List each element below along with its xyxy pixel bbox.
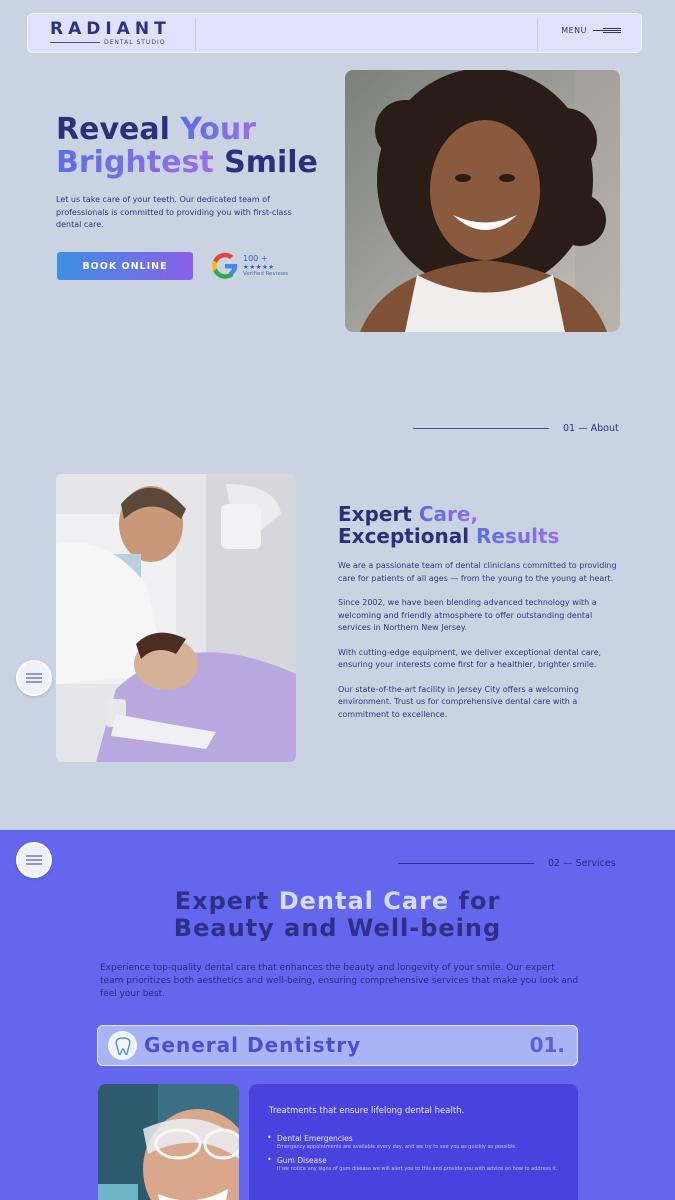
logo-subtitle: DENTAL STUDIO (104, 39, 166, 46)
reviews-text: 100 + ★★★★★ Verified Reviews (243, 254, 288, 278)
service-photo-patient (98, 1084, 239, 1200)
logo-wordmark: RADIANT (50, 19, 171, 39)
services-section-marker: 02 — Services (398, 858, 616, 869)
services-title: Expert Dental Care for Beauty and Well-b… (0, 888, 675, 942)
service-category-general-dentistry[interactable]: General Dentistry 01. (97, 1025, 578, 1066)
google-icon (212, 252, 238, 279)
services-title-accent: Dental Care (278, 887, 450, 915)
hero-title-part: Reveal (56, 112, 181, 147)
services-title-part: Beauty and Well-being (173, 914, 502, 942)
logo-rule (50, 42, 100, 43)
about-paragraph: Our state-of-the-art facility in Jersey … (338, 684, 579, 719)
reviews-label: Verified Reviews (243, 271, 289, 277)
about-photo-dentist-with-patient (56, 474, 296, 762)
list-item: Dental Emergencies Emergency appointment… (267, 1133, 558, 1151)
menu-label: MENU (561, 26, 587, 35)
reviews-count: 100 + (243, 254, 268, 263)
about-title-part: Exceptional (338, 524, 477, 548)
list-item: Gum Disease If we notice any signs of gu… (267, 1155, 558, 1173)
section-rule (398, 863, 534, 864)
logo[interactable]: RADIANT DENTAL STUDIO (50, 20, 171, 46)
about-title-accent: Results (476, 524, 560, 548)
book-online-button[interactable]: BOOK ONLINE (57, 252, 193, 280)
floating-menu-button[interactable] (16, 660, 52, 696)
service-item-description: Emergency appointments are available eve… (277, 1144, 517, 1150)
about-paragraph: We are a passionate team of dental clini… (338, 561, 617, 583)
hero-description: Let us take care of your teeth. Our dedi… (56, 195, 292, 229)
service-lead: Treatments that ensure lifelong dental h… (269, 1106, 465, 1116)
service-category-number: 01. (529, 1033, 565, 1057)
about-title-accent: Care, (418, 502, 479, 526)
services-description: Experience top-quality dental care that … (100, 963, 579, 999)
service-item-description: If we notice any signs of gum disease we… (277, 1166, 558, 1172)
services-section: 02 — Services Expert Dental Care for Bea… (0, 830, 675, 1200)
about-title-part: Expert (338, 502, 419, 526)
services-section-label: 02 — Services (548, 858, 616, 869)
header-divider (537, 18, 538, 50)
about-paragraph: With cutting-edge equipment, we deliver … (338, 647, 602, 670)
hamburger-icon (26, 855, 42, 865)
services-title-part: Expert (174, 887, 279, 915)
section-rule (413, 428, 549, 429)
about-section-marker: 01 — About (413, 423, 619, 434)
site-header: RADIANT DENTAL STUDIO MENU (27, 13, 642, 53)
hero-photo-smiling-woman (345, 70, 620, 332)
hero-title-part: Smile (213, 145, 318, 180)
hero-title: Reveal Your Brightest Smile (56, 113, 318, 179)
hamburger-icon (26, 673, 42, 683)
google-reviews-badge[interactable]: 100 + ★★★★★ Verified Reviews (211, 252, 288, 280)
floating-menu-button[interactable] (16, 842, 52, 878)
tooth-icon (108, 1031, 137, 1060)
hamburger-icon (593, 27, 621, 34)
about-section-label: 01 — About (563, 423, 619, 434)
hero-title-accent: Brightest (56, 145, 214, 180)
menu-button[interactable]: MENU (561, 26, 621, 35)
hero-title-accent: Your (180, 112, 257, 147)
service-details-card: Treatments that ensure lifelong dental h… (249, 1084, 578, 1200)
about-body: We are a passionate team of dental clini… (338, 560, 618, 733)
about-paragraph: Since 2002, we have been blending advanc… (338, 598, 597, 632)
service-item-title: Dental Emergencies (277, 1134, 353, 1143)
service-category-name: General Dentistry (144, 1033, 362, 1057)
services-title-part: for (449, 887, 501, 915)
star-rating: ★★★★★ (243, 263, 275, 271)
logo-subtitle-row: DENTAL STUDIO (50, 39, 171, 46)
header-divider (195, 18, 196, 50)
service-item-title: Gum Disease (277, 1156, 327, 1165)
about-title: Expert Care, Exceptional Results (338, 503, 559, 547)
